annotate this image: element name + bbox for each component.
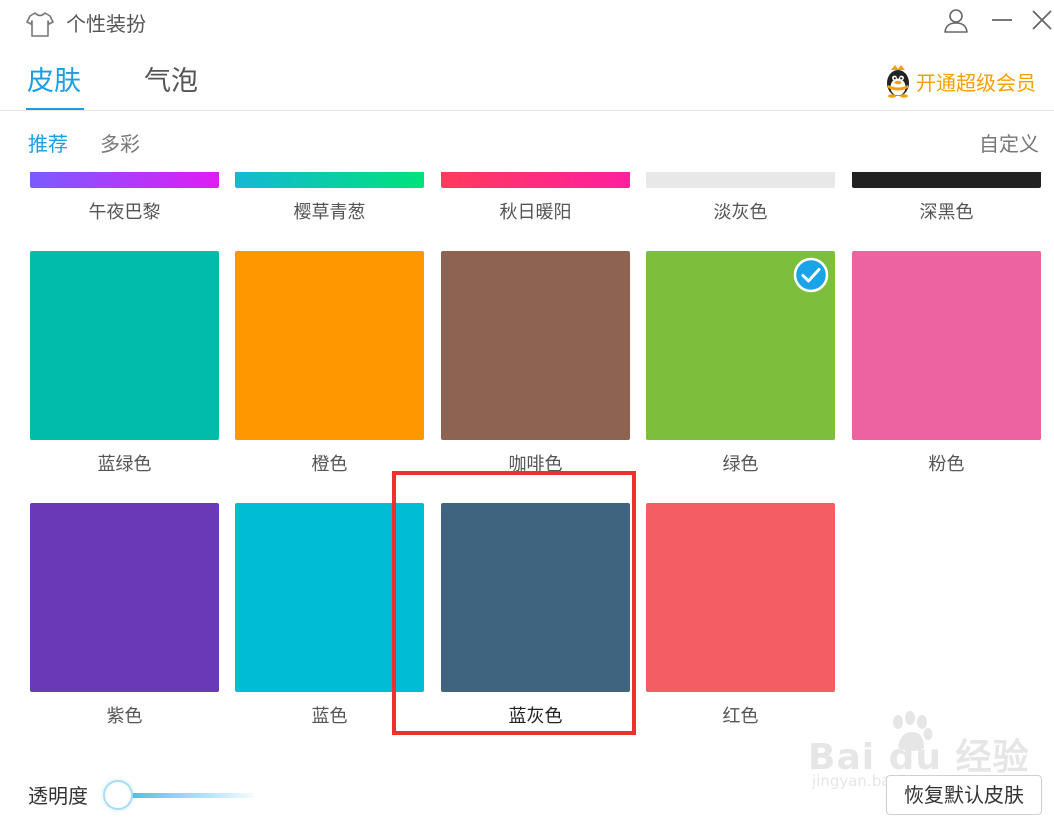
- skin-swatch-teal[interactable]: [30, 251, 219, 440]
- vip-upgrade-link[interactable]: 开通超级会员: [882, 64, 1036, 98]
- qq-penguin-icon: [882, 64, 914, 98]
- restore-default-skin-button[interactable]: 恢复默认皮肤: [886, 775, 1042, 815]
- opacity-slider-track[interactable]: [118, 793, 254, 798]
- user-icon[interactable]: [942, 6, 970, 34]
- selected-check-icon: [793, 257, 829, 293]
- skin-swatch-deep-black[interactable]: [852, 172, 1041, 188]
- tab-bubble[interactable]: 气泡: [144, 64, 198, 100]
- skin-label: 蓝色: [311, 706, 348, 727]
- skin-label: 橙色: [311, 454, 348, 475]
- skin-label: 绿色: [722, 454, 759, 475]
- close-icon[interactable]: [1030, 6, 1054, 34]
- skin-swatch-autumn-sun[interactable]: [441, 172, 630, 188]
- skin-label: 紫色: [106, 706, 143, 727]
- skin-swatch-orange[interactable]: [235, 251, 424, 440]
- skin-label: 蓝绿色: [97, 454, 152, 475]
- skin-label: 深黑色: [919, 202, 974, 223]
- skin-swatch-green[interactable]: [646, 251, 835, 440]
- skin-label: 咖啡色: [508, 454, 563, 475]
- vip-label: 开通超级会员: [916, 70, 1036, 95]
- skin-label: 淡灰色: [713, 202, 768, 223]
- subtab-recommend[interactable]: 推荐: [28, 130, 68, 158]
- skin-label: 樱草青葱: [293, 202, 366, 223]
- skin-swatch-coffee[interactable]: [441, 251, 630, 440]
- skin-grid: 午夜巴黎 樱草青葱 秋日暖阳 淡灰色 深黑色 蓝绿色 橙色 咖啡色 绿色 粉色 …: [0, 172, 1054, 752]
- custom-skin-link[interactable]: 自定义: [979, 130, 1039, 158]
- skin-label: 粉色: [928, 454, 965, 475]
- header-divider: [0, 110, 1054, 111]
- skin-swatch-blue[interactable]: [235, 503, 424, 692]
- skin-swatch-blue-gray[interactable]: [441, 503, 630, 692]
- skin-label: 午夜巴黎: [88, 202, 161, 223]
- skin-swatch-light-gray[interactable]: [646, 172, 835, 188]
- skin-swatch-midnight-paris[interactable]: [30, 172, 219, 188]
- skin-swatch-pink[interactable]: [852, 251, 1041, 440]
- skin-swatch-primrose-green[interactable]: [235, 172, 424, 188]
- subtab-colorful[interactable]: 多彩: [100, 130, 140, 158]
- minimize-icon[interactable]: [990, 6, 1014, 34]
- skin-swatch-purple[interactable]: [30, 503, 219, 692]
- skin-swatch-red[interactable]: [646, 503, 835, 692]
- tab-skin[interactable]: 皮肤: [27, 64, 81, 100]
- opacity-label: 透明度: [28, 784, 88, 808]
- skin-label: 秋日暖阳: [499, 202, 572, 223]
- opacity-slider-thumb[interactable]: [105, 782, 131, 808]
- tshirt-icon: [26, 10, 54, 38]
- skin-label: 蓝灰色: [508, 706, 563, 727]
- window-title: 个性装扮: [66, 12, 146, 36]
- skin-label: 红色: [722, 706, 759, 727]
